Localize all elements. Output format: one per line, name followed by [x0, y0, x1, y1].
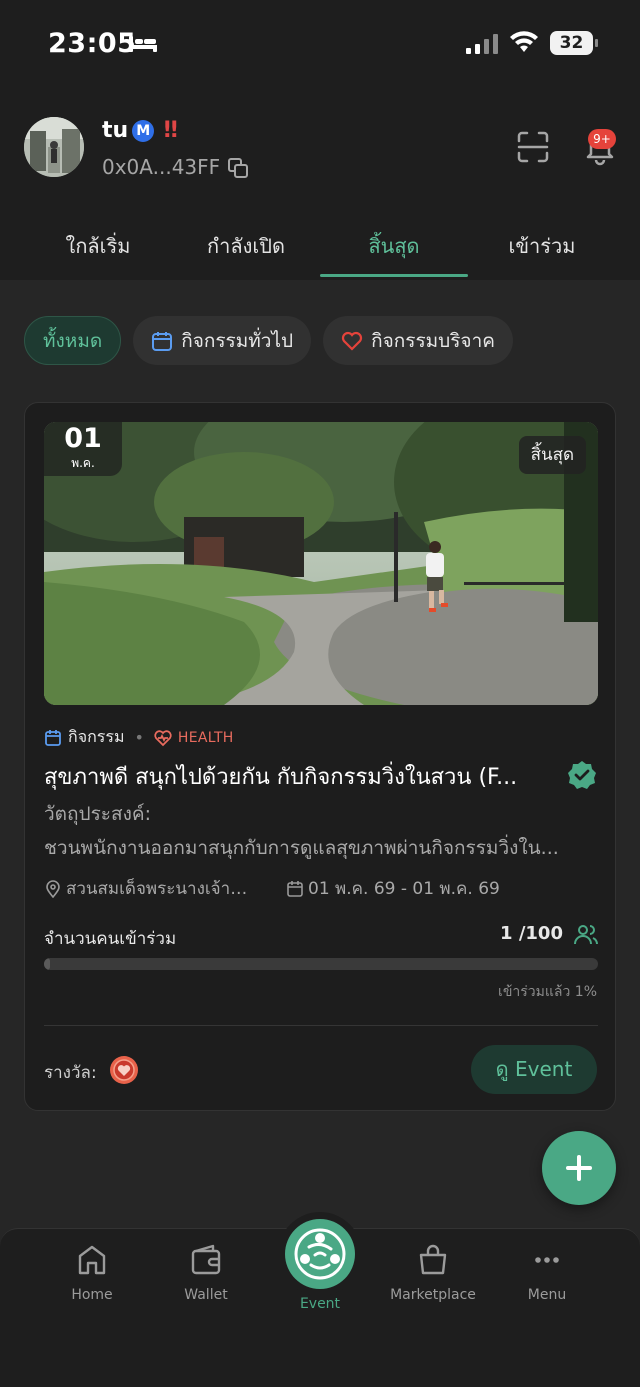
tab-upcoming[interactable]: ใกล้เริ่ม: [24, 218, 172, 278]
participants-progress: [44, 958, 598, 970]
people-icon: [574, 925, 598, 945]
filter-all-label: ทั้งหมด: [43, 329, 103, 352]
username-text: tu: [102, 118, 129, 143]
filter-chips: ทั้งหมด กิจกรรมทั่วไป กิจกรรมบริจาค: [24, 316, 513, 365]
category-label: กิจกรรม: [68, 727, 125, 746]
joined-percent: เข้าร่วมแล้ว 1%: [498, 984, 597, 1000]
progress-fill: [44, 958, 50, 970]
calendar-icon: [45, 729, 61, 746]
participants-label: จำนวนคนเข้าร่วม: [44, 929, 177, 949]
tab-joined[interactable]: เข้าร่วม: [468, 218, 616, 278]
nav-home[interactable]: Home: [37, 1243, 147, 1303]
divider: [44, 1025, 598, 1026]
objective-text: ชวนพนักงานออกมาสนุกกับการดูแลสุขภาพผ่านก…: [44, 837, 559, 859]
wallet-icon: [191, 1244, 221, 1275]
event-card[interactable]: 01 พ.ค. สิ้นสุด กิจกรรม • HEALTH สุขภาพด…: [24, 402, 616, 1111]
date-month: พ.ค.: [71, 456, 95, 470]
wifi-icon: [510, 31, 538, 52]
wallet-address: 0x0A...43FF: [102, 155, 221, 179]
participants-count: 1 /100: [500, 923, 563, 944]
status-badge: สิ้นสุด: [518, 436, 586, 474]
notification-badge: 9+: [588, 129, 616, 149]
verified-icon: [568, 761, 596, 789]
heart-pulse-icon: [154, 729, 172, 746]
scan-icon[interactable]: [516, 130, 550, 164]
reward-label: รางวัล:: [44, 1063, 97, 1083]
location-pin-icon: [46, 879, 60, 898]
add-event-button[interactable]: [542, 1131, 616, 1205]
nav-marketplace-label: Marketplace: [390, 1287, 476, 1303]
heart-icon: [342, 331, 363, 351]
location-date-row: สวนสมเด็จพระนางเจ้าสิ... 01 พ.ค. 69 - 01…: [44, 875, 500, 902]
filter-general-label: กิจกรรมทั่วไป: [181, 329, 294, 352]
bed-icon: [129, 36, 157, 52]
nav-wallet[interactable]: Wallet: [151, 1243, 261, 1303]
event-location: สวนสมเด็จพระนางเจ้าสิ...: [66, 879, 256, 899]
filter-general[interactable]: กิจกรรมทั่วไป: [133, 316, 312, 365]
nav-wallet-label: Wallet: [184, 1287, 228, 1303]
more-dots-icon: [535, 1257, 559, 1263]
separator-dot: •: [134, 728, 144, 747]
status-tabs: ใกล้เริ่ม กำลังเปิด สิ้นสุด เข้าร่วม: [24, 218, 616, 278]
event-date: 01 พ.ค. 69 - 01 พ.ค. 69: [286, 875, 500, 902]
nav-menu[interactable]: Menu: [492, 1243, 602, 1303]
username: tu M !!: [102, 118, 179, 143]
signal-icon: [466, 34, 498, 54]
filter-donation-label: กิจกรรมบริจาค: [371, 329, 495, 352]
alert-mark: !!: [162, 118, 179, 143]
calendar-icon: [287, 880, 303, 897]
objective-label: วัตถุประสงค์:: [44, 803, 151, 825]
date-day: 01: [64, 423, 102, 454]
nav-home-label: Home: [71, 1287, 113, 1303]
status-time: 23:05: [48, 28, 137, 59]
verified-m-badge: M: [132, 119, 155, 142]
filter-donation[interactable]: กิจกรรมบริจาค: [323, 316, 513, 365]
status-bar: 23:05 32: [0, 0, 640, 90]
avatar[interactable]: [24, 117, 84, 177]
calendar-icon: [152, 331, 173, 351]
shopping-bag-icon: [419, 1244, 447, 1275]
battery-level: 32: [559, 33, 584, 53]
copy-icon[interactable]: [226, 156, 250, 180]
nav-event[interactable]: [285, 1219, 355, 1289]
reward-badge-icon: [110, 1056, 138, 1084]
battery-indicator: 32: [550, 31, 598, 55]
view-event-button[interactable]: ดู Event: [471, 1045, 597, 1094]
nav-menu-label: Menu: [527, 1287, 567, 1303]
nav-event-label: Event: [299, 1296, 341, 1312]
home-icon: [78, 1245, 106, 1275]
date-badge: 01 พ.ค.: [44, 422, 122, 476]
nav-marketplace[interactable]: Marketplace: [378, 1243, 488, 1303]
tag-label: HEALTH: [177, 729, 234, 746]
community-icon: [294, 1228, 346, 1280]
tab-ended[interactable]: สิ้นสุด: [320, 218, 468, 278]
event-date-range: 01 พ.ค. 69 - 01 พ.ค. 69: [308, 879, 500, 899]
filter-all[interactable]: ทั้งหมด: [24, 316, 122, 365]
tab-open[interactable]: กำลังเปิด: [172, 218, 320, 278]
category-row: กิจกรรม • HEALTH: [44, 725, 234, 750]
event-title: สุขภาพดี สนุกไปด้วยกัน กับกิจกรรมวิ่งในส…: [44, 765, 518, 790]
event-image: 01 พ.ค. สิ้นสุด: [44, 422, 598, 705]
